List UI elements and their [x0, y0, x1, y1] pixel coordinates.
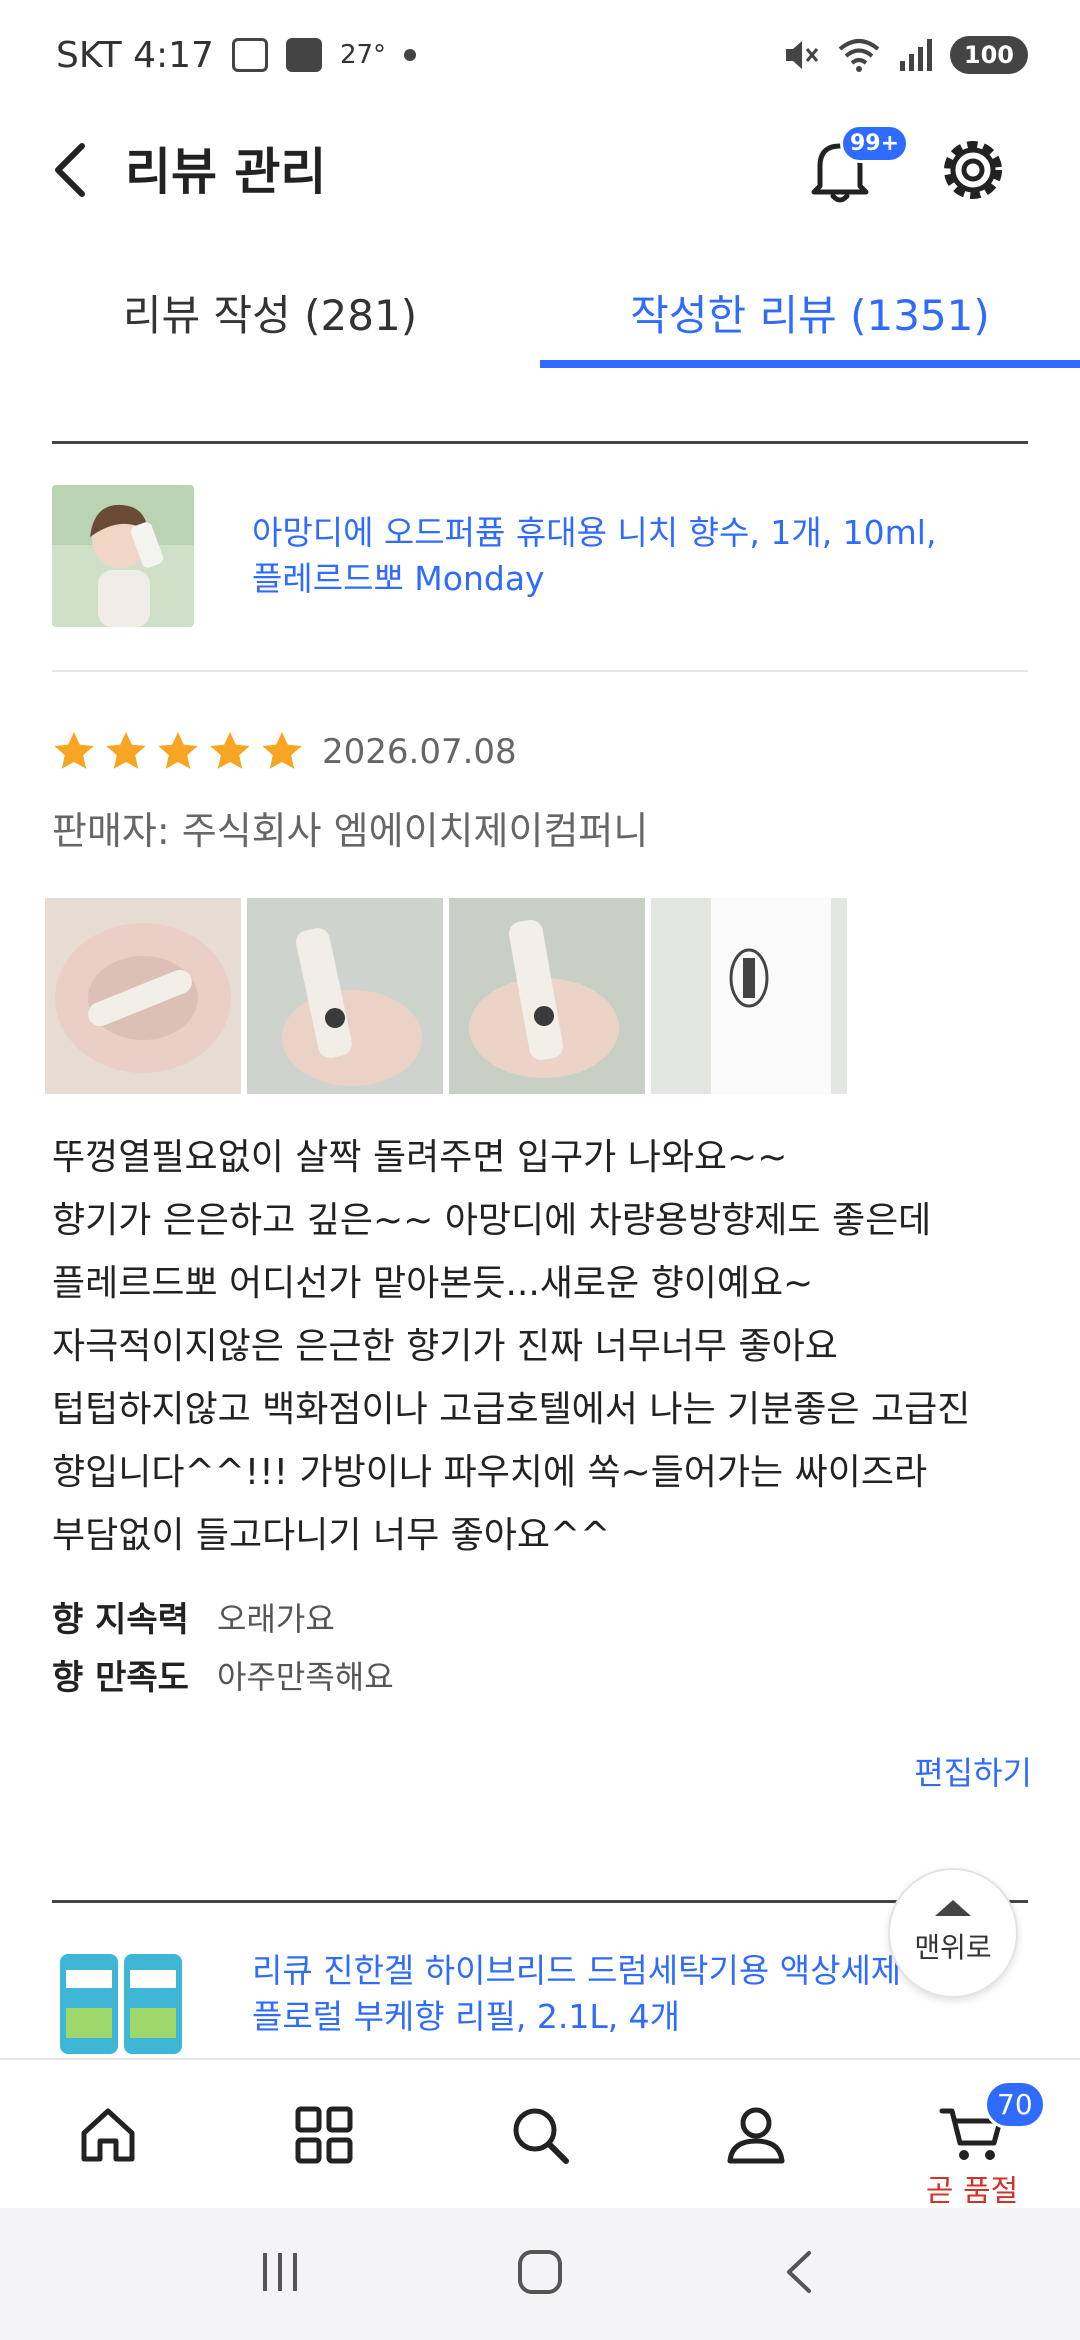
mute-icon: [785, 41, 819, 69]
nav-profile[interactable]: [648, 2060, 864, 2210]
chevron-left-icon: [55, 143, 85, 197]
screenshot-icon: [231, 38, 268, 72]
review-photos: [45, 898, 847, 1094]
scroll-to-top-button[interactable]: 맨위로: [888, 1868, 1018, 1998]
star-icon: [210, 732, 250, 769]
review-text-line: 텁텁하지않고 백화점이나 고급호텔에서 나는 기분좋은 고급진: [52, 1389, 971, 1430]
review-text-line: 향입니다^^!!! 가방이나 파우치에 쏙~들어가는 싸이즈라: [52, 1452, 928, 1493]
back-icon: [787, 2251, 812, 2293]
review-photo[interactable]: [651, 898, 847, 1094]
page-title: 리뷰 관리: [125, 143, 327, 201]
product-name-line1: 아망디에 오드퍼퓸 휴대용 니치 향수, 1개, 10ml,: [252, 513, 937, 552]
review-date: 2026.07.08: [322, 732, 517, 772]
review-photo[interactable]: [449, 898, 645, 1094]
gear-icon: [944, 141, 1002, 199]
cart-label: 곧 품절: [925, 2174, 1019, 2209]
review-text-line: 플레르드뽀 어디선가 맡아본듯...새로운 향이예요~: [52, 1263, 814, 1304]
product-name-line2: 플로럴 부케향 리필, 2.1L, 4개: [252, 1997, 681, 2036]
pay-icon: [285, 38, 322, 72]
star-icon: [262, 732, 302, 769]
search-icon: [513, 2108, 569, 2164]
recent-apps-button[interactable]: [255, 2247, 305, 2301]
category-icon: [295, 2106, 353, 2164]
product-name-line1: 리큐 진한겔 하이브리드 드럼세탁기용 액상세제: [252, 1951, 902, 1990]
battery-indicator: 100: [949, 36, 1028, 74]
scroll-to-top-label: 맨위로: [914, 1931, 992, 1964]
attribute-value: 아주만족해요: [217, 1657, 394, 1696]
bottom-nav: 70 곧 품절: [0, 2058, 1080, 2210]
review-photo[interactable]: [45, 898, 241, 1094]
star-icon: [106, 732, 146, 769]
seller-name: 판매자: 주식회사 엠에이치제이컴퍼니: [52, 809, 649, 853]
home-system-button[interactable]: [514, 2246, 566, 2302]
attribute-key: 향 지속력: [52, 1600, 189, 1640]
system-nav: [0, 2208, 1080, 2340]
settings-button[interactable]: [935, 132, 1011, 208]
section-divider: [52, 1900, 1028, 1903]
attribute-row: 향 만족도 아주만족해요: [52, 1650, 394, 1699]
active-tab-indicator: [540, 360, 1080, 368]
status-temperature: 27°: [339, 40, 387, 70]
review-text-line: 뚜껑열필요없이 살짝 돌려주면 입구가 나와요~~: [52, 1137, 788, 1178]
product-thumbnail[interactable]: [52, 1948, 194, 2060]
home-icon: [81, 2108, 135, 2162]
nav-search[interactable]: [432, 2060, 648, 2210]
notification-badge: 99+: [840, 124, 910, 163]
nav-cart[interactable]: 70 곧 품절: [864, 2060, 1080, 2210]
star-icon: [158, 732, 198, 769]
dot-icon: [404, 49, 417, 61]
section-divider: [52, 441, 1028, 444]
attribute-row: 향 지속력 오래가요: [52, 1592, 335, 1641]
star-icon: [54, 732, 94, 769]
attribute-key: 향 만족도: [52, 1658, 189, 1698]
star-rating: [50, 728, 306, 776]
home-button-icon: [517, 2250, 562, 2294]
attribute-value: 오래가요: [217, 1599, 335, 1638]
review-tabs: 리뷰 작성 (281) 작성한 리뷰 (1351): [0, 245, 1080, 370]
tab-written-reviews[interactable]: 작성한 리뷰 (1351): [540, 245, 1080, 370]
product-thumbnail[interactable]: [52, 485, 194, 627]
cart-badge: 70: [984, 2080, 1046, 2129]
review-text-line: 향기가 은은하고 깊은~~ 아망디에 차량용방향제도 좋은데: [52, 1200, 932, 1241]
product-row[interactable]: 아망디에 오드퍼퓸 휴대용 니치 향수, 1개, 10ml, 플레르드뽀 Mon…: [52, 485, 1028, 627]
rating-row: 2026.07.08: [50, 728, 517, 776]
review-text-line: 부담없이 들고다니기 너무 좋아요^^: [52, 1515, 611, 1556]
nav-category[interactable]: [216, 2060, 432, 2210]
review-text: 뚜껑열필요없이 살짝 돌려주면 입구가 나와요~~ 향기가 은은하고 깊은~~ …: [52, 1126, 1042, 1567]
review-text-line: 자극적이지않은 은근한 향기가 진짜 너무너무 좋아요: [52, 1326, 838, 1367]
nav-home[interactable]: [0, 2060, 216, 2210]
signal-icon: [899, 39, 932, 71]
profile-icon: [727, 2107, 785, 2164]
status-time: SKT 4:17: [56, 34, 214, 76]
edit-review-link[interactable]: 편집하기: [914, 1748, 1032, 1794]
tab-write-review[interactable]: 리뷰 작성 (281): [0, 245, 540, 370]
product-row[interactable]: 리큐 진한겔 하이브리드 드럼세탁기용 액상세제 플로럴 부케향 리필, 2.1…: [52, 1948, 1028, 2060]
review-photo[interactable]: [247, 898, 443, 1094]
back-button[interactable]: [40, 138, 100, 202]
wifi-icon: [838, 39, 880, 72]
back-system-button[interactable]: [775, 2247, 825, 2301]
status-bar: SKT 4:17 27° 100: [0, 0, 1080, 110]
product-name-line2: 플레르드뽀 Monday: [252, 559, 545, 598]
recent-apps-icon: [262, 2253, 297, 2291]
notifications-button[interactable]: 99+: [800, 124, 910, 210]
arrow-up-icon: [935, 1900, 971, 1916]
app-header: 리뷰 관리 99+: [0, 110, 1080, 230]
product-divider: [52, 670, 1028, 672]
